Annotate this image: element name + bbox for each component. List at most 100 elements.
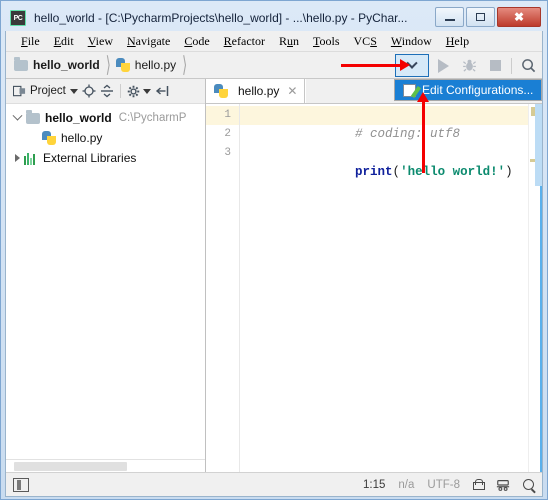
main-split: Project hello_world C:\PycharmP hello.py… xyxy=(6,79,542,472)
pycharm-app-icon: PC xyxy=(10,10,26,26)
breadcrumb-item-project[interactable]: hello_world xyxy=(14,56,100,72)
pycharm-window: PC hello_world - [C:\PycharmProjects\hel… xyxy=(0,0,548,500)
python-file-icon xyxy=(115,58,130,72)
layout-toggle-icon[interactable] xyxy=(13,477,29,492)
tree-node-label: External Libraries xyxy=(43,151,137,165)
code-line: # coding: utf8 xyxy=(240,106,528,141)
code-token-paren: ( xyxy=(392,165,401,179)
edit-pencil-icon xyxy=(403,83,416,97)
bug-icon xyxy=(462,59,476,72)
gear-icon[interactable] xyxy=(127,84,141,98)
tree-node-external-libraries[interactable]: External Libraries xyxy=(6,148,205,168)
project-toolbar: Project xyxy=(6,79,205,104)
expand-toggle-icon[interactable] xyxy=(10,154,24,162)
code-token-string: 'hello world!' xyxy=(400,165,506,179)
toolbar-divider xyxy=(511,57,512,74)
tree-node-label: hello_world xyxy=(45,111,112,125)
search-icon xyxy=(521,59,535,73)
project-tree: hello_world C:\PycharmP hello.py Externa… xyxy=(6,104,205,459)
library-icon xyxy=(24,152,38,165)
editor-vertical-scrollbar[interactable] xyxy=(528,104,542,472)
menu-bar: File Edit View Navigate Code Refactor Ru… xyxy=(6,31,542,52)
breadcrumb-separator: ⟩ xyxy=(105,51,111,77)
run-toolbar xyxy=(395,52,540,79)
minimize-icon xyxy=(444,18,455,21)
menu-tools[interactable]: Tools xyxy=(306,32,347,51)
menu-code[interactable]: Code xyxy=(177,32,216,51)
project-tool-window: Project hello_world C:\PycharmP hello.py… xyxy=(6,79,206,472)
close-icon[interactable]: ✕ xyxy=(287,84,297,98)
git-branch-icon[interactable] xyxy=(496,478,510,492)
tab-label: hello.py xyxy=(238,84,280,98)
window-controls: ✖ xyxy=(435,7,541,27)
line-separator-status[interactable]: n/a xyxy=(398,479,414,491)
search-everywhere-button[interactable] xyxy=(516,54,540,78)
status-bar-right: 1:15 n/a UTF-8 xyxy=(363,478,534,492)
annotation-arrow-vertical xyxy=(417,92,429,173)
scrollbar-thumb[interactable] xyxy=(14,462,127,471)
edit-configurations-label: Edit Configurations... xyxy=(422,83,534,97)
breadcrumb-item-file[interactable]: hello.py xyxy=(115,58,176,72)
window-title: hello_world - [C:\PycharmProjects\hello_… xyxy=(34,11,408,25)
locate-file-icon[interactable] xyxy=(82,84,96,98)
python-file-icon xyxy=(214,84,228,98)
project-panel-title: Project xyxy=(30,85,66,97)
maximize-button[interactable] xyxy=(466,7,495,27)
menu-help[interactable]: Help xyxy=(439,32,476,51)
menu-view[interactable]: View xyxy=(81,32,120,51)
line-number: 1 xyxy=(206,106,239,125)
menu-window[interactable]: Window xyxy=(384,32,439,51)
title-bar: PC hello_world - [C:\PycharmProjects\hel… xyxy=(5,5,543,31)
breadcrumb: hello_world ⟩ hello.py ⟩ xyxy=(6,51,192,77)
breadcrumb-label: hello_world xyxy=(33,58,100,72)
collapse-all-icon[interactable] xyxy=(100,84,114,98)
caret-position[interactable]: 1:15 xyxy=(363,479,385,491)
minimize-button[interactable] xyxy=(435,7,464,27)
navigation-toolbar: hello_world ⟩ hello.py ⟩ xyxy=(6,51,542,79)
menu-edit[interactable]: Edit xyxy=(47,32,81,51)
menu-run[interactable]: Run xyxy=(272,32,306,51)
close-button[interactable]: ✖ xyxy=(497,7,541,27)
menu-refactor[interactable]: Refactor xyxy=(217,32,272,51)
tree-node-project-root[interactable]: hello_world C:\PycharmP xyxy=(6,108,205,128)
annotation-arrow-horizontal xyxy=(341,59,410,71)
menu-file[interactable]: File xyxy=(14,32,47,51)
tree-node-label: hello.py xyxy=(61,131,103,145)
code-text[interactable]: # coding: utf8 print('hello world!') xyxy=(240,104,528,472)
menu-vcs[interactable]: VCS xyxy=(347,32,384,51)
run-icon xyxy=(437,58,449,73)
project-view-icon xyxy=(12,84,26,98)
run-button[interactable] xyxy=(431,54,455,78)
encoding-status[interactable]: UTF-8 xyxy=(427,479,460,491)
line-number-gutter: 1 2 3 xyxy=(206,104,240,472)
tree-node-path: C:\PycharmP xyxy=(118,112,187,124)
code-token-keyword: print xyxy=(355,165,393,179)
chevron-down-icon[interactable] xyxy=(69,88,78,94)
maximize-icon xyxy=(476,13,485,21)
toolbar-divider xyxy=(119,84,121,98)
stop-button[interactable] xyxy=(483,54,507,78)
folder-icon xyxy=(26,109,40,124)
expand-toggle-icon[interactable] xyxy=(10,110,24,122)
code-editor[interactable]: 1 2 3 # coding: utf8 print('hello world!… xyxy=(206,104,542,472)
folder-icon xyxy=(14,56,28,71)
client-area: File Edit View Navigate Code Refactor Ru… xyxy=(5,31,543,497)
stop-icon xyxy=(489,60,501,71)
chevron-down-icon[interactable] xyxy=(142,88,151,94)
tab-hello-py[interactable]: hello.py ✕ xyxy=(206,79,306,103)
debug-button[interactable] xyxy=(457,54,481,78)
status-bar: 1:15 n/a UTF-8 xyxy=(6,472,542,496)
code-token-paren: ) xyxy=(505,165,513,179)
scrollbar-thumb[interactable] xyxy=(535,104,542,186)
menu-navigate[interactable]: Navigate xyxy=(120,32,177,51)
editor-area: hello.py ✕ 1 2 3 # coding: utf8 print('h… xyxy=(206,79,542,472)
close-icon: ✖ xyxy=(513,10,525,24)
breadcrumb-separator: ⟩ xyxy=(182,51,188,77)
tree-node-hello-py[interactable]: hello.py xyxy=(6,128,205,148)
project-horizontal-scrollbar[interactable] xyxy=(6,459,205,472)
lock-icon[interactable] xyxy=(473,479,485,490)
magnifier-icon[interactable] xyxy=(523,479,534,490)
code-token-comment: # coding: utf8 xyxy=(355,127,461,141)
hide-panel-icon[interactable] xyxy=(155,84,169,98)
line-number: 2 xyxy=(224,128,231,140)
